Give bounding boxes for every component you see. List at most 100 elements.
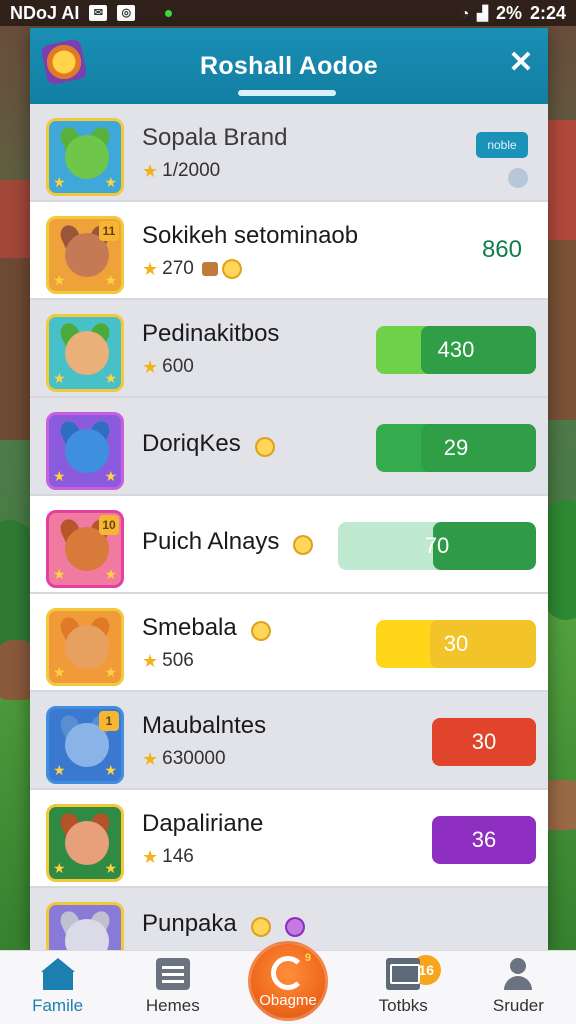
player-stat-value: 600 xyxy=(162,356,194,377)
nav-heroes-label: Hemes xyxy=(145,996,200,1015)
player-row[interactable]: ★ ★ DoriqKes 29 xyxy=(30,398,548,496)
star-icon: ★ xyxy=(142,650,159,671)
hero-avatar: ★★ xyxy=(46,804,124,882)
player-name: Maubalntes xyxy=(142,712,267,739)
coin-icon xyxy=(250,620,271,641)
home-icon xyxy=(40,958,75,990)
coin-icon xyxy=(254,436,275,457)
star-icon: ★ xyxy=(142,846,159,867)
player-row[interactable]: ★ ★ Dapaliriane ★ 146 36 xyxy=(30,790,548,888)
star-icon: ★ xyxy=(142,356,159,377)
coin-icon xyxy=(293,534,314,555)
gem-icon xyxy=(284,916,305,937)
play-button[interactable]: 9 Obagme xyxy=(248,941,328,1021)
score-value: 30 xyxy=(471,729,497,754)
player-list: ★ ★ Sopala Brand ★ 1/2000 noble ★ ★ 11 Sokikeh se… xyxy=(30,104,548,950)
status-dot xyxy=(508,168,528,188)
star-icon: ★ xyxy=(104,174,117,190)
hero-face xyxy=(65,625,109,669)
star-icon: ★ xyxy=(53,468,66,484)
close-button[interactable]: ✕ xyxy=(504,46,538,80)
hero-avatar: ★ ★ 1 xyxy=(46,706,124,784)
hero-avatar: ★ ★ 11 xyxy=(46,216,124,294)
score-fill xyxy=(420,424,536,472)
level-badge: 10 xyxy=(99,515,119,535)
score-button[interactable]: 430 xyxy=(376,326,536,374)
player-row[interactable]: ★ ★ 1 Maubalntes ★ 630000 30 xyxy=(30,692,548,790)
star-icon: ★ xyxy=(53,174,66,190)
play-label: Obagme xyxy=(259,992,317,1009)
star-icon: ★ xyxy=(142,748,159,769)
score-value: 430 xyxy=(437,337,475,362)
player-row[interactable]: ★ ★ Smebala ★ 506 30 xyxy=(30,594,548,692)
player-row[interactable]: ★ ★ 11 Sokikeh setominaob ★ 270 860 xyxy=(30,202,548,300)
notification-dot xyxy=(165,9,173,17)
nav-profile[interactable]: Sruder xyxy=(461,951,576,1024)
star-icon: ★ xyxy=(142,160,159,181)
hero-avatar: ★★ xyxy=(46,118,124,196)
score-value: 36 xyxy=(471,827,497,852)
star-icon: ★ xyxy=(53,762,66,778)
player-row[interactable]: ★ ★ Pedinakitbos ★ 600 430 xyxy=(30,300,548,398)
profile-icon xyxy=(501,958,535,990)
player-row[interactable]: ★ ★ 10 Puich Alnays 70 xyxy=(30,496,548,594)
rank-tag[interactable]: noble xyxy=(476,132,528,158)
level-badge: 1 xyxy=(99,711,119,731)
row-text: Pedinakitbos ★ 600 xyxy=(142,320,279,378)
star-icon: ★ xyxy=(104,468,117,484)
trophy-icon xyxy=(40,38,88,86)
nav-home[interactable]: Famile xyxy=(0,951,115,1024)
player-stat-value: 630000 xyxy=(162,748,226,769)
player-stat-value: 146 xyxy=(162,846,194,867)
player-stat-value: 506 xyxy=(162,650,194,671)
star-icon: ★ xyxy=(142,258,159,279)
row-text: Sokikeh setominaob ★ 270 xyxy=(142,222,358,280)
cards-icon xyxy=(155,958,190,990)
level-badge: 11 xyxy=(99,221,119,241)
star-icon: ★ xyxy=(104,272,117,288)
hero-face xyxy=(65,429,109,473)
row-text: Puich Alnays xyxy=(142,528,314,556)
play-icon xyxy=(271,956,305,990)
nav-center-slot: 9 Obagme xyxy=(230,941,345,1024)
nav-tickets[interactable]: 16 Totbks xyxy=(346,951,461,1024)
score-button[interactable]: 30 xyxy=(376,620,536,668)
star-icon: ★ xyxy=(104,664,117,680)
mail-tickets-icon xyxy=(386,958,421,990)
drag-handle[interactable] xyxy=(238,90,336,96)
hero-avatar: ★★ xyxy=(46,608,124,686)
star-icon: ★ xyxy=(53,566,66,582)
row-text: Sopala Brand ★ 1/2000 xyxy=(142,124,287,182)
score-button[interactable]: 30 xyxy=(432,718,536,766)
hero-face xyxy=(65,821,109,865)
score-button[interactable]: 70 xyxy=(338,522,536,570)
score-value: 30 xyxy=(443,631,469,656)
score-button[interactable]: 36 xyxy=(432,816,536,864)
hero-face xyxy=(65,135,109,179)
play-badge: 9 xyxy=(304,952,311,964)
panel-title: Roshall Aodoe xyxy=(200,51,378,80)
player-stats: ★ 630000 xyxy=(142,748,266,770)
nav-profile-label: Sruder xyxy=(492,996,544,1015)
player-name: Sopala Brand xyxy=(142,124,288,151)
hero-avatar: ★★ xyxy=(46,314,124,392)
player-name: Smebala xyxy=(142,614,237,641)
player-stats: ★ 270 xyxy=(142,258,358,280)
row-text: DoriqKes xyxy=(142,430,275,458)
coin-icon xyxy=(250,916,271,937)
star-icon: ★ xyxy=(104,566,117,582)
hero-avatar: ★★ xyxy=(46,902,124,950)
camera-icon: ◎ xyxy=(117,5,136,21)
row-text: Maubalntes ★ 630000 xyxy=(142,712,266,770)
score-value[interactable]: 860 xyxy=(482,236,522,264)
player-stats: ★ 506 xyxy=(142,650,271,672)
score-button[interactable]: 29 xyxy=(376,424,536,472)
nav-heroes[interactable]: Hemes xyxy=(115,951,230,1024)
player-stat-value: 270 xyxy=(162,258,194,279)
mail-icon: ✉ xyxy=(89,5,108,21)
battery-label: 2% xyxy=(495,2,522,23)
player-row[interactable]: ★ ★ Sopala Brand ★ 1/2000 noble xyxy=(30,104,548,202)
star-icon: ★ xyxy=(53,664,66,680)
player-name: Punpaka xyxy=(142,910,237,937)
star-icon: ★ xyxy=(53,860,66,876)
